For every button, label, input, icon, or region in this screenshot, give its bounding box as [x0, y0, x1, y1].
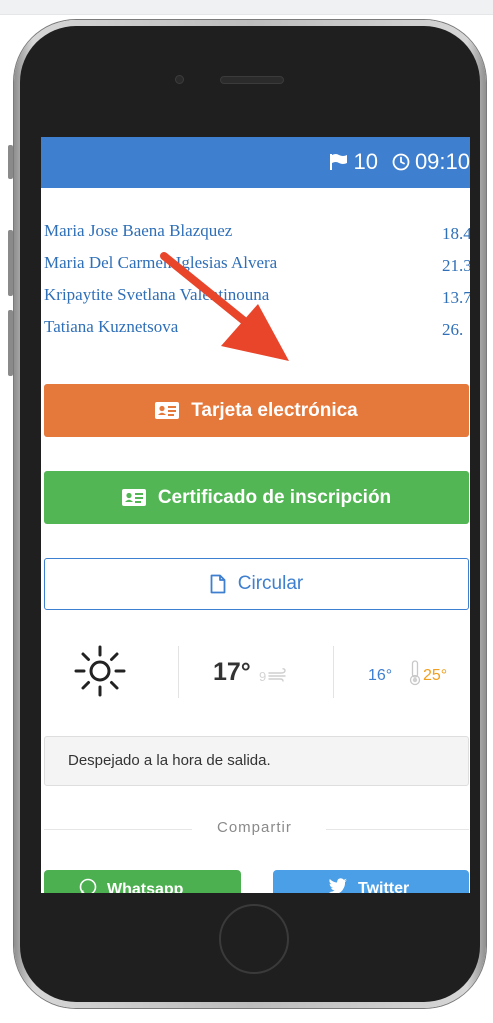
circular-label: Circular	[237, 573, 304, 594]
certificado-inscripcion-button[interactable]: Certificado de inscripción	[44, 471, 469, 524]
runner-row[interactable]: Maria Jose Baena Blazquez 18.4	[41, 217, 470, 249]
id-card-icon	[121, 489, 146, 506]
twitter-label: Twitter	[358, 879, 410, 894]
share-divider-left	[44, 829, 192, 830]
twitter-button-content: Twitter	[328, 878, 409, 893]
clock-icon	[392, 153, 410, 171]
runner-name[interactable]: Tatiana Kuznetsova	[44, 317, 178, 337]
whatsapp-icon	[79, 878, 107, 893]
sun-icon	[71, 642, 129, 705]
current-temperature: 17°	[213, 658, 251, 686]
share-section-header: Compartir	[44, 817, 469, 841]
weather-divider	[178, 646, 179, 698]
runner-row[interactable]: Tatiana Kuznetsova 26.	[41, 313, 470, 345]
runner-time: 26.	[442, 320, 464, 339]
share-label: Compartir	[217, 819, 292, 836]
max-temperature: 25°	[423, 667, 448, 684]
whatsapp-label: Whatsapp	[107, 880, 184, 894]
certificado-inscripcion-label: Certificado de inscripción	[157, 486, 392, 508]
flag-count: 10	[353, 149, 378, 174]
thermometer-icon	[409, 660, 421, 691]
runner-list: Maria Jose Baena Blazquez 18.4 Maria Del…	[41, 217, 470, 345]
twitter-share-button[interactable]: Twitter	[273, 870, 469, 893]
twitter-icon	[328, 878, 358, 893]
wind-info: 9	[259, 668, 288, 685]
forecast-box: Despejado a la hora de salida.	[44, 736, 469, 786]
top-strip	[0, 0, 493, 15]
runner-row[interactable]: Kripaytite Svetlana Valentinouna 13.7	[41, 281, 470, 313]
id-card-icon	[155, 402, 180, 419]
earpiece-speaker	[220, 76, 284, 84]
status-time: 09:10	[414, 149, 470, 174]
runner-time: 13.7	[442, 288, 470, 307]
home-button[interactable]	[219, 904, 289, 974]
runner-time: 18.4	[442, 224, 470, 243]
forecast-text: Despejado a la hora de salida.	[68, 752, 271, 769]
wind-speed: 9	[259, 669, 267, 684]
wind-icon	[268, 668, 288, 685]
runner-time: 21.3	[442, 256, 470, 275]
phone-screen: 10 09:10 Maria Jose Baena Blazquez 18.4 …	[41, 137, 470, 893]
circular-button[interactable]: Circular	[44, 558, 469, 610]
weather-panel: 17° 9 16° 25°	[41, 642, 470, 702]
page: 10 09:10 Maria Jose Baena Blazquez 18.4 …	[0, 0, 493, 1023]
whatsapp-share-button[interactable]: Whatsapp	[44, 870, 241, 893]
mute-switch	[8, 145, 13, 179]
front-camera	[175, 75, 184, 84]
volume-up-button	[8, 230, 13, 296]
status-bar: 10 09:10	[41, 137, 470, 188]
min-temperature: 16°	[368, 667, 393, 684]
flag-icon	[329, 153, 349, 171]
weather-divider	[333, 646, 334, 698]
tarjeta-electronica-button[interactable]: Tarjeta electrónica	[44, 384, 469, 437]
runner-name[interactable]: Maria Del Carmen Iglesias Alvera	[44, 253, 277, 273]
runner-row[interactable]: Maria Del Carmen Iglesias Alvera 21.3	[41, 249, 470, 281]
tarjeta-electronica-label: Tarjeta electrónica	[191, 399, 358, 421]
status-info: 10 09:10	[329, 149, 470, 175]
share-divider-right	[326, 829, 469, 830]
runner-name[interactable]: Maria Jose Baena Blazquez	[44, 221, 232, 241]
document-icon	[210, 574, 226, 594]
volume-down-button	[8, 310, 13, 376]
runner-name[interactable]: Kripaytite Svetlana Valentinouna	[44, 285, 269, 305]
whatsapp-button-content: Whatsapp	[79, 878, 183, 893]
